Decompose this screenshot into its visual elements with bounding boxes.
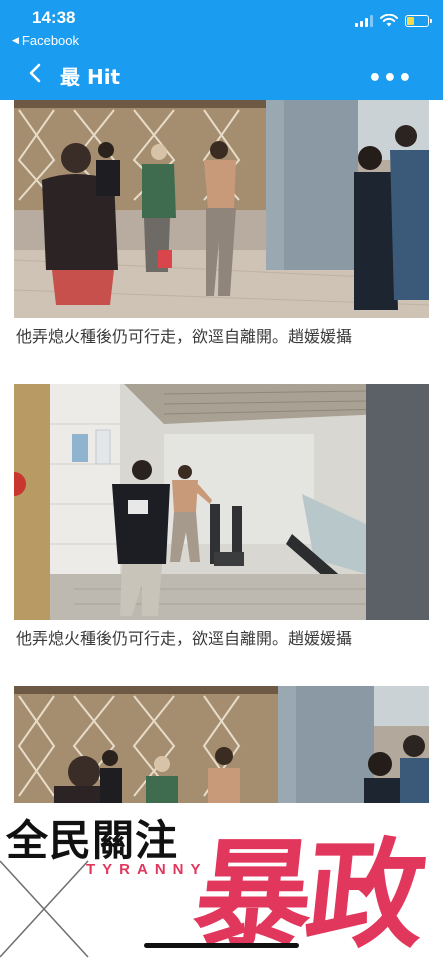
cellular-signal-icon (355, 14, 373, 27)
page-title: 最 Hit (60, 65, 121, 89)
status-icons (355, 14, 432, 27)
home-indicator[interactable] (144, 943, 299, 948)
status-time: 14:38 (32, 8, 76, 27)
back-app-label: Facebook (21, 33, 80, 48)
photo-3-image (14, 686, 429, 803)
photo-1-image (14, 100, 429, 318)
news-photo-2[interactable] (14, 384, 429, 620)
back-to-app-link[interactable]: ◀ Facebook (12, 33, 79, 48)
photo-2-caption: 他弄熄火種後仍可行走，欲逕自離開。趙媛媛攝 (16, 629, 353, 648)
more-options-icon[interactable]: ••• (368, 66, 413, 91)
photo-1-caption: 他弄熄火種後仍可行走，欲逕自離開。趙媛媛攝 (16, 327, 353, 346)
overlay-banner: 全民關注 TYRANNY 暴政 (0, 803, 443, 960)
battery-icon (405, 14, 432, 27)
cross-lines-graphic (0, 860, 89, 958)
banner-headline: 暴政 (187, 825, 427, 960)
top-bar: 14:38 ◀ Facebook 最 Hit ••• (0, 0, 443, 100)
back-triangle-icon: ◀ (12, 35, 19, 45)
news-photo-3[interactable] (14, 686, 429, 803)
back-arrow-icon[interactable] (26, 62, 46, 84)
photo-2-image (14, 384, 429, 620)
brand-english-title: TYRANNY (86, 861, 208, 878)
news-photo-1[interactable] (14, 100, 429, 318)
brand-chinese-title: 全民關注 (6, 816, 179, 865)
wifi-icon (380, 14, 398, 27)
